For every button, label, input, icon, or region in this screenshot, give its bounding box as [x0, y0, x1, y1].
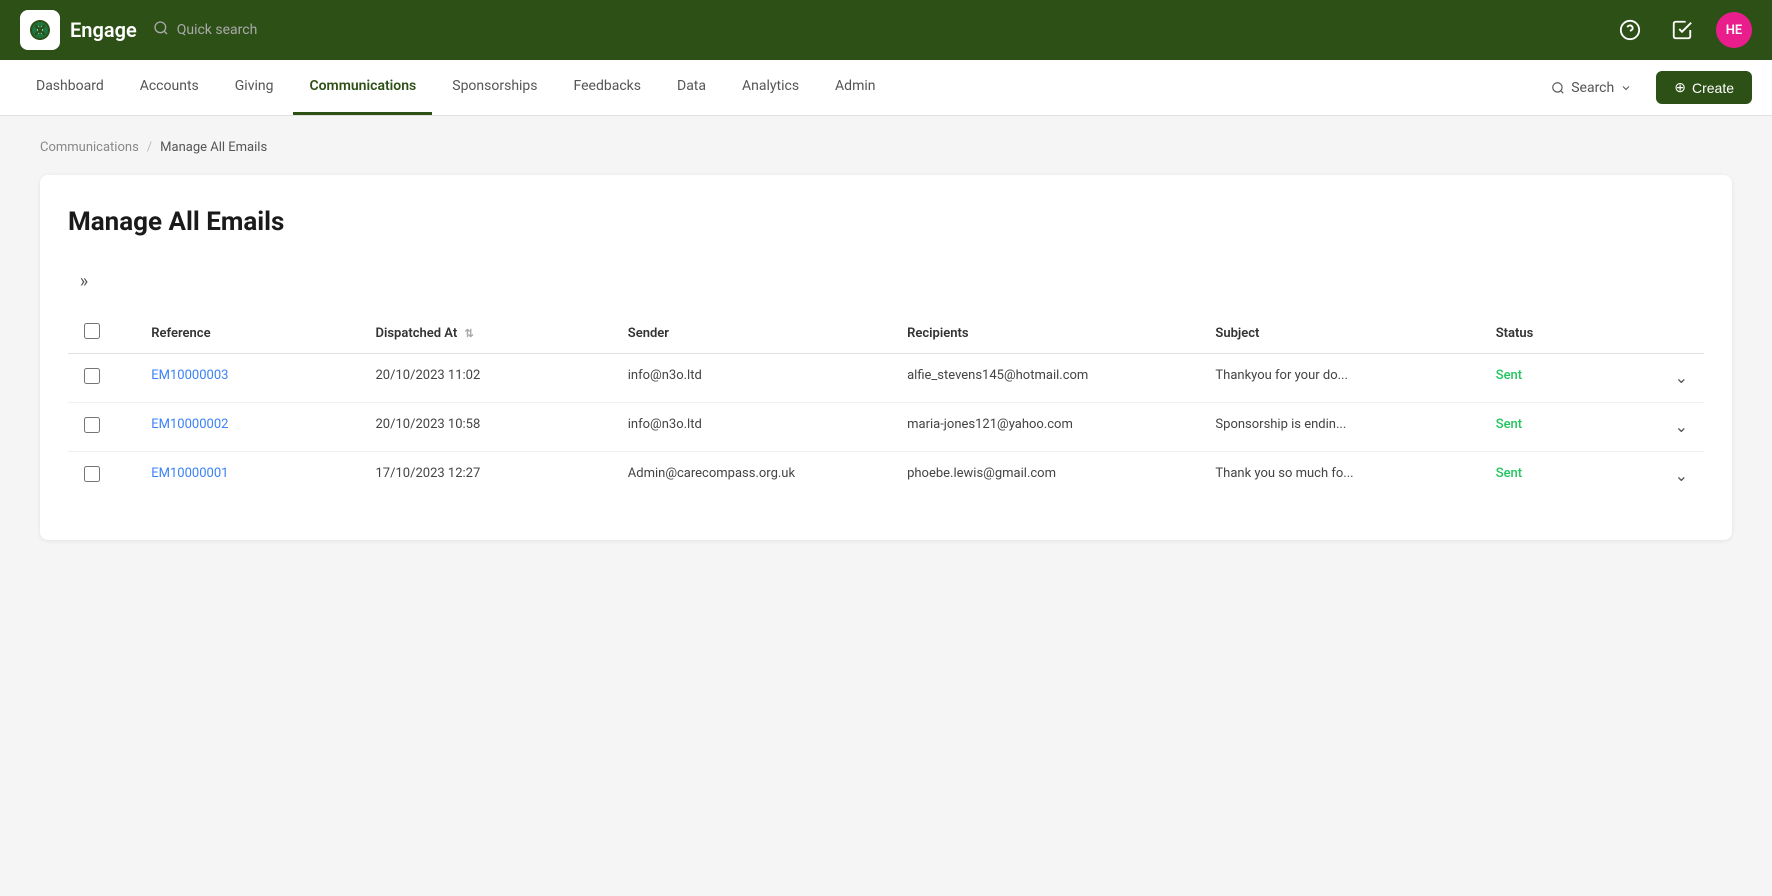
app-title: Engage [70, 18, 137, 42]
row-2-subject: Sponsorship is endin... [1199, 403, 1479, 452]
row-3-subject: Thank you so much fo... [1199, 452, 1479, 501]
table-header: Reference Dispatched At ⇅ Sender Recipie… [68, 313, 1704, 354]
row-1-checkbox[interactable] [84, 368, 100, 384]
notifications-button[interactable] [1664, 12, 1700, 48]
row-1-dispatched: 20/10/2023 11:02 [360, 354, 612, 403]
email-table: Reference Dispatched At ⇅ Sender Recipie… [68, 313, 1704, 500]
quick-search-bar[interactable]: Quick search [153, 20, 258, 40]
page-title: Manage All Emails [68, 207, 1704, 237]
search-button[interactable]: Search [1539, 74, 1644, 102]
breadcrumb: Communications / Manage All Emails [40, 140, 1732, 155]
col-header-sender: Sender [612, 313, 891, 354]
nav-item-sponsorships[interactable]: Sponsorships [436, 60, 553, 115]
user-avatar[interactable]: HE [1716, 12, 1752, 48]
nav-item-giving[interactable]: Giving [219, 60, 290, 115]
row-3-recipients: phoebe.lewis@gmail.com [891, 452, 1199, 501]
row-2-recipients: maria-jones121@yahoo.com [891, 403, 1199, 452]
row-2-status: Sent [1480, 403, 1620, 452]
breadcrumb-separator: / [147, 140, 152, 155]
row-2-checkbox[interactable] [84, 417, 100, 433]
row-1-expand: ⌄ [1620, 354, 1704, 403]
row-3-reference: EM10000001 [135, 452, 359, 501]
row-2-reference-link[interactable]: EM10000002 [151, 417, 228, 432]
nav-item-communications[interactable]: Communications [293, 60, 432, 115]
row-3-checkbox[interactable] [84, 466, 100, 482]
row-2-expand-button[interactable]: ⌄ [1636, 417, 1688, 436]
row-3-expand: ⌄ [1620, 452, 1704, 501]
nav-items: Dashboard Accounts Giving Communications… [20, 60, 892, 115]
row-2-reference: EM10000002 [135, 403, 359, 452]
create-label: Create [1692, 80, 1734, 96]
nav-item-admin[interactable]: Admin [819, 60, 891, 115]
row-1-subject: Thankyou for your do... [1199, 354, 1479, 403]
help-button[interactable] [1612, 12, 1648, 48]
create-icon: ⊕ [1674, 79, 1686, 96]
row-checkbox-cell [68, 354, 135, 403]
expand-panel-button[interactable]: » [68, 265, 100, 297]
col-header-subject: Subject [1199, 313, 1479, 354]
quick-search-label: Quick search [177, 22, 258, 38]
col-header-reference: Reference [135, 313, 359, 354]
row-1-status: Sent [1480, 354, 1620, 403]
top-bar: Engage Quick search HE [0, 0, 1772, 60]
row-1-recipients: alfie_stevens145@hotmail.com [891, 354, 1199, 403]
nav-item-analytics[interactable]: Analytics [726, 60, 815, 115]
nav-item-accounts[interactable]: Accounts [124, 60, 215, 115]
select-all-checkbox[interactable] [84, 323, 100, 339]
breadcrumb-current: Manage All Emails [160, 140, 267, 155]
nav-item-data[interactable]: Data [661, 60, 722, 115]
row-2-expand: ⌄ [1620, 403, 1704, 452]
table-row: EM10000003 20/10/2023 11:02 info@n3o.ltd… [68, 354, 1704, 403]
main-card: Manage All Emails » Reference Dispatched… [40, 175, 1732, 540]
nav-item-feedbacks[interactable]: Feedbacks [558, 60, 657, 115]
search-label: Search [1571, 80, 1614, 96]
row-3-sender: Admin@carecompass.org.uk [612, 452, 891, 501]
secondary-nav: Dashboard Accounts Giving Communications… [0, 60, 1772, 116]
top-bar-right: HE [1612, 12, 1752, 48]
col-header-recipients: Recipients [891, 313, 1199, 354]
search-icon [153, 20, 169, 40]
row-1-reference-link[interactable]: EM10000003 [151, 368, 228, 383]
logo-container: Engage [20, 10, 137, 50]
row-2-sender: info@n3o.ltd [612, 403, 891, 452]
row-checkbox-cell [68, 403, 135, 452]
create-button[interactable]: ⊕ Create [1656, 71, 1752, 104]
row-1-expand-button[interactable]: ⌄ [1636, 368, 1688, 387]
row-checkbox-cell [68, 452, 135, 501]
nav-right: Search ⊕ Create [1539, 71, 1752, 104]
top-bar-left: Engage Quick search [20, 10, 257, 50]
breadcrumb-parent[interactable]: Communications [40, 140, 139, 155]
table-row: EM10000002 20/10/2023 10:58 info@n3o.ltd… [68, 403, 1704, 452]
col-header-status: Status [1480, 313, 1620, 354]
table-body: EM10000003 20/10/2023 11:02 info@n3o.ltd… [68, 354, 1704, 501]
nav-item-dashboard[interactable]: Dashboard [20, 60, 120, 115]
page-content: Communications / Manage All Emails Manag… [0, 116, 1772, 564]
col-header-dispatched[interactable]: Dispatched At ⇅ [360, 313, 612, 354]
row-3-status: Sent [1480, 452, 1620, 501]
table-row: EM10000001 17/10/2023 12:27 Admin@careco… [68, 452, 1704, 501]
row-3-expand-button[interactable]: ⌄ [1636, 466, 1688, 485]
row-2-dispatched: 20/10/2023 10:58 [360, 403, 612, 452]
row-3-reference-link[interactable]: EM10000001 [151, 466, 228, 481]
col-header-action [1620, 313, 1704, 354]
row-1-sender: info@n3o.ltd [612, 354, 891, 403]
select-all-header [68, 313, 135, 354]
row-3-dispatched: 17/10/2023 12:27 [360, 452, 612, 501]
sort-icon: ⇅ [464, 327, 473, 340]
logo-icon [20, 10, 60, 50]
row-1-reference: EM10000003 [135, 354, 359, 403]
